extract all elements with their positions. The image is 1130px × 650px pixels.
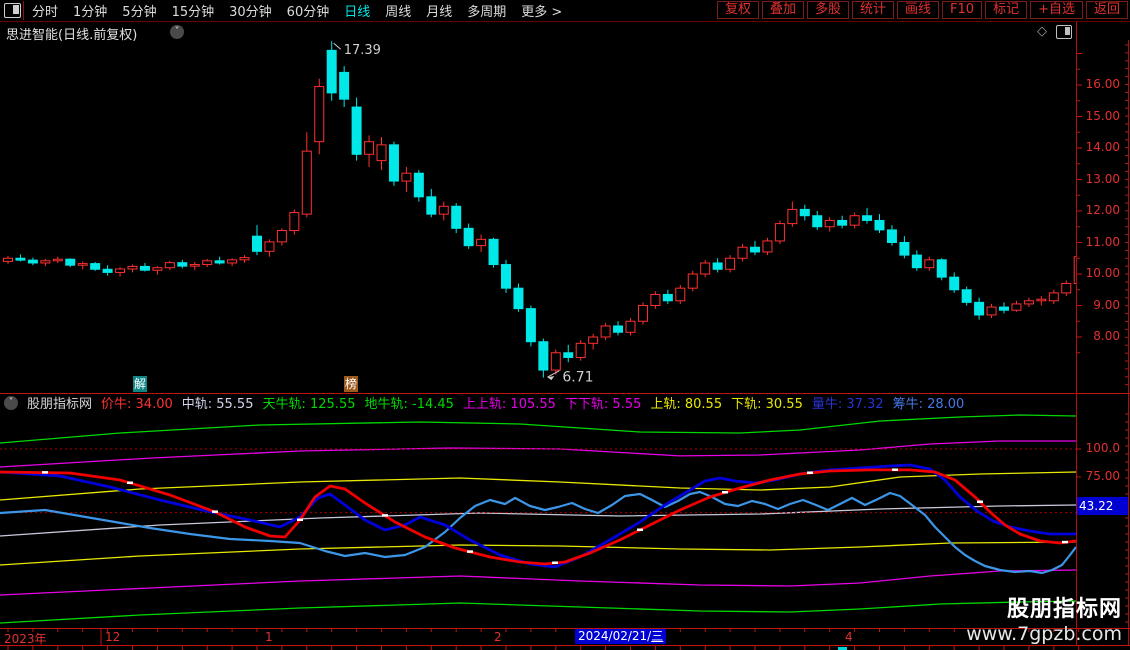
- toolbar-button-返回[interactable]: 返回: [1086, 1, 1128, 19]
- candlestick-chart: 17.39 6.71: [0, 40, 1076, 390]
- svg-text:17.39: 17.39: [344, 43, 381, 58]
- date-highlight-badge: 2024/02/21/三: [575, 629, 666, 644]
- toolbar-button-标记[interactable]: 标记: [985, 1, 1027, 19]
- toolbar-divider: [23, 1, 24, 20]
- toolbar-button-叠加[interactable]: 叠加: [762, 1, 804, 19]
- time-axis-ticks: [0, 628, 1130, 650]
- period-tab-1分钟[interactable]: 1分钟: [73, 1, 107, 20]
- period-tab-60分钟[interactable]: 60分钟: [287, 1, 330, 20]
- toolbar-button-统计[interactable]: 统计: [852, 1, 894, 19]
- title-bar: 思进智能(日线.前复权) ˅ ◇: [0, 22, 1076, 40]
- time-axis-label-2: 2: [494, 630, 502, 644]
- split-window-icon[interactable]: [1056, 25, 1072, 39]
- top-toolbar: 分时 1分钟 5分钟 15分钟 30分钟 60分钟日线周线月线多周期更多 > 复权叠加多股…: [0, 0, 1130, 22]
- price-axis-ticks: [1076, 40, 1130, 393]
- chevron-down-icon[interactable]: ˅: [4, 396, 18, 410]
- period-tab-多周期[interactable]: 多周期: [467, 1, 506, 20]
- chevron-down-icon[interactable]: ˅: [170, 25, 184, 39]
- watermark: 股朋指标网 www.7gpzb.com: [966, 591, 1122, 645]
- toolbar-button-F10[interactable]: F10: [942, 1, 982, 19]
- time-axis: 2023年121234 2024/02/21/三: [0, 628, 1130, 650]
- toolbar-right-buttons: 复权叠加多股统计画线F10标记+自选返回: [717, 1, 1128, 19]
- period-tab-月线[interactable]: 月线: [426, 1, 452, 20]
- indicator-header: ˅ 股朋指标网 价牛: 34.00中轨: 55.55天牛轨: 125.55地牛轨…: [4, 395, 964, 410]
- period-tab-更多 >[interactable]: 更多 >: [521, 1, 562, 20]
- toolbar-button-画线[interactable]: 画线: [897, 1, 939, 19]
- period-tab-分时[interactable]: 分时: [32, 1, 58, 20]
- window-layout-icon[interactable]: [4, 3, 21, 18]
- indicator-value-badge: 43.22: [1077, 497, 1128, 515]
- toolbar-button-复权[interactable]: 复权: [717, 1, 759, 19]
- period-tab-30分钟[interactable]: 30分钟: [229, 1, 272, 20]
- period-menu: 分时 1分钟 5分钟 15分钟 30分钟 60分钟日线周线月线多周期更多 >: [32, 0, 562, 21]
- period-tab-15分钟[interactable]: 15分钟: [172, 1, 215, 20]
- time-axis-label-12: 12: [105, 630, 120, 644]
- event-badge-榜[interactable]: 榜: [344, 376, 358, 392]
- time-axis-label-1: 1: [265, 630, 273, 644]
- period-tab-周线[interactable]: 周线: [385, 1, 411, 20]
- diamond-icon[interactable]: ◇: [1037, 24, 1047, 39]
- toolbar-button-多股[interactable]: 多股: [807, 1, 849, 19]
- period-tab-5分钟[interactable]: 5分钟: [122, 1, 156, 20]
- time-axis-label-4: 4: [845, 630, 853, 644]
- period-tab-日线[interactable]: 日线: [344, 1, 370, 20]
- watermark-url: www.7gpzb.com: [966, 623, 1122, 645]
- watermark-site-name: 股朋指标网: [966, 591, 1122, 623]
- toolbar-button-+自选[interactable]: +自选: [1030, 1, 1083, 19]
- app-window: 分时 1分钟 5分钟 15分钟 30分钟 60分钟日线周线月线多周期更多 > 复权叠加多股…: [0, 0, 1130, 650]
- indicator-chart: [0, 410, 1076, 628]
- time-axis-label-2023年: 2023年: [4, 630, 47, 647]
- event-badge-解[interactable]: 解: [133, 376, 147, 392]
- svg-text:6.71: 6.71: [562, 370, 593, 386]
